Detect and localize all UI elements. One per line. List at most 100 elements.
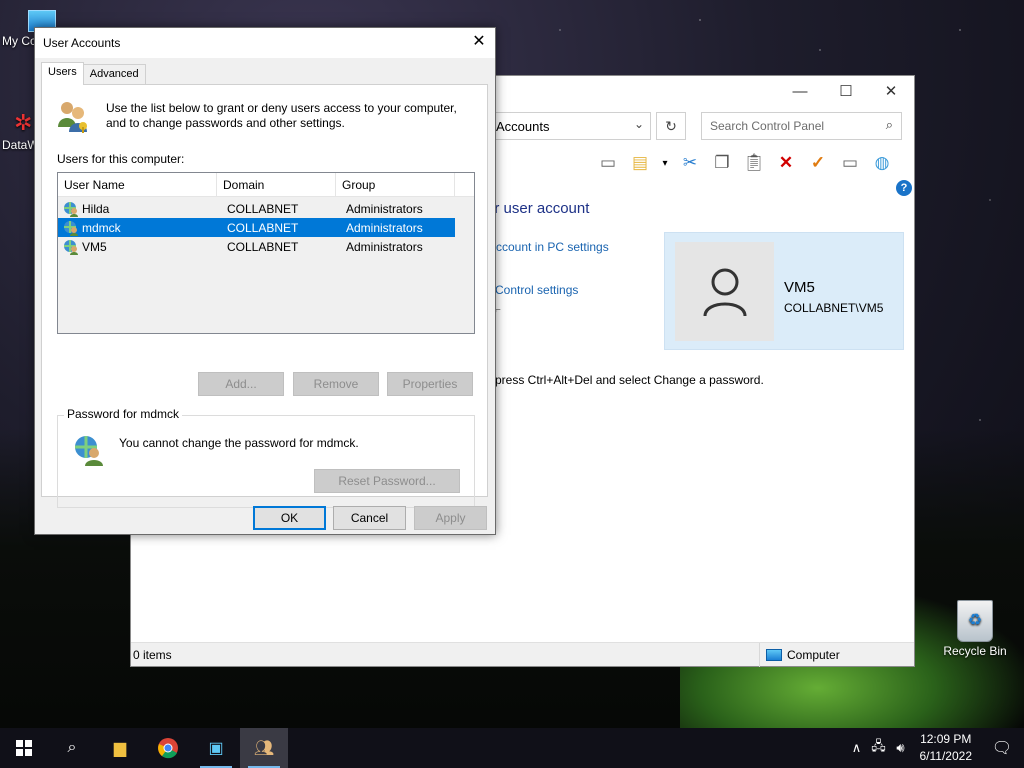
clock[interactable]: 12:09 PM 6/11/2022 <box>912 731 981 765</box>
clock-time: 12:09 PM <box>920 732 972 746</box>
user-avatar-icon <box>675 242 774 341</box>
column-header-domain[interactable]: Domain <box>217 173 336 196</box>
column-header-user-name[interactable]: User Name <box>58 173 217 196</box>
password-group: Password for mdmck You cannot change the… <box>57 407 475 508</box>
start-button[interactable] <box>0 728 48 768</box>
cell-user-name: mdmck <box>82 220 121 235</box>
apply-button[interactable]: Apply <box>414 506 487 530</box>
cancel-button[interactable]: Cancel <box>333 506 406 530</box>
copy-icon[interactable]: ❐ <box>710 151 734 175</box>
users-icon: 👥︎ <box>253 740 275 757</box>
delete-icon[interactable]: ✕ <box>774 151 798 175</box>
add-user-button[interactable]: Add... <box>198 372 284 396</box>
users-icon <box>58 102 87 133</box>
app-shortcut-icon: ✲ <box>14 110 33 135</box>
password-instruction: press Ctrl+Alt+Del and select Change a p… <box>495 373 764 387</box>
list-header: User Name Domain Group <box>58 173 474 197</box>
reset-password-button[interactable]: Reset Password... <box>314 469 460 493</box>
user-globe-icon <box>64 220 78 236</box>
taskbar-file-explorer[interactable]: ▆ <box>96 728 144 768</box>
recycle-bin-icon: ♻ <box>957 600 993 642</box>
preview-pane-icon[interactable]: ▭ <box>596 151 620 175</box>
clock-date: 6/11/2022 <box>919 749 973 763</box>
cut-icon[interactable]: ✂ <box>678 151 702 175</box>
cell-group: Administrators <box>346 201 423 216</box>
refresh-button[interactable]: ↻ <box>656 112 686 140</box>
cell-group: Administrators <box>346 220 423 235</box>
password-group-legend: Password for mdmck <box>64 407 183 421</box>
search-icon: ⌕ <box>67 739 77 756</box>
status-divider <box>759 643 760 667</box>
rename-icon[interactable]: ▭ <box>838 151 862 175</box>
desktop-icon-label: Recycle Bin <box>943 644 1007 658</box>
system-tray: ∧ 🖧︎ 🔊︎ 12:09 PM 6/11/2022 🗨︎ <box>846 728 1024 768</box>
desktop-icon-recycle-bin[interactable]: ♻ Recycle Bin <box>940 600 1010 658</box>
users-list[interactable]: User Name Domain Group Hilda COLLABNET A… <box>57 172 475 334</box>
account-card: VM5 COLLABNET\VM5 <box>664 232 904 350</box>
status-location-label: Computer <box>787 648 840 662</box>
minimize-button[interactable]: — <box>785 82 815 102</box>
item-count: 0 items <box>133 648 172 662</box>
explorer-toolbar: ▭ ▤ ▾ ✂ ❐ 📋︎ ✕ ✓ ▭ ◍ <box>596 148 894 178</box>
refresh-icon: ↻ <box>665 118 677 134</box>
network-icon[interactable]: 🖧︎ <box>868 737 890 759</box>
column-header-group[interactable]: Group <box>336 173 455 196</box>
folder-icon: ▆ <box>113 740 127 757</box>
search-button[interactable]: ⌕ <box>48 728 96 768</box>
search-placeholder: Search Control Panel <box>710 119 825 133</box>
page-title: ur user account <box>486 200 590 217</box>
cell-domain: COLLABNET <box>227 201 299 216</box>
status-bar: 0 items Computer <box>131 642 914 667</box>
taskbar-user-accounts[interactable]: 👥︎ <box>240 728 288 768</box>
users-list-label: Users for this computer: <box>57 152 185 166</box>
close-icon[interactable]: ✕ <box>463 28 495 56</box>
chevron-up-icon[interactable]: ∧ <box>846 740 868 756</box>
account-domain: COLLABNET\VM5 <box>784 301 884 315</box>
ok-button[interactable]: OK <box>253 506 326 530</box>
dialog-titlebar: User Accounts ✕ <box>35 28 495 58</box>
pc-settings-link[interactable]: ccount in PC settings <box>496 240 609 254</box>
close-button[interactable]: ✕ <box>876 82 906 102</box>
computer-icon <box>766 649 782 661</box>
chevron-down-icon[interactable]: ⌄ <box>634 117 644 131</box>
maximize-button[interactable]: ☐ <box>831 82 861 102</box>
taskbar: ⌕ ▆ ▣ 👥︎ ∧ 🖧︎ 🔊︎ 12:09 PM 6/11/2022 🗨︎ <box>0 728 1024 768</box>
windows-logo-icon <box>16 740 32 756</box>
search-input[interactable]: Search Control Panel ⌕ <box>701 112 902 140</box>
uac-settings-link[interactable]: Control settings <box>495 283 578 297</box>
remove-user-button[interactable]: Remove <box>293 372 379 396</box>
globe-icon[interactable]: ◍ <box>870 151 894 175</box>
status-location: Computer <box>766 648 840 662</box>
password-message: You cannot change the password for mdmck… <box>119 436 359 450</box>
cell-group: Administrators <box>346 239 423 254</box>
search-icon: ⌕ <box>885 117 893 132</box>
taskbar-chrome[interactable] <box>144 728 192 768</box>
table-row[interactable]: Hilda COLLABNET Administrators <box>58 199 455 218</box>
taskbar-control-panel[interactable]: ▣ <box>192 728 240 768</box>
dialog-title: User Accounts <box>43 36 121 50</box>
chrome-icon <box>158 738 178 759</box>
table-row[interactable]: VM5 COLLABNET Administrators <box>58 237 455 256</box>
tab-users[interactable]: Users <box>41 62 84 85</box>
table-row-selected[interactable]: mdmck COLLABNET Administrators <box>58 218 455 237</box>
volume-icon[interactable]: 🔊︎ <box>890 740 912 756</box>
user-accounts-dialog: User Accounts ✕ Users Advanced Use the l… <box>34 27 496 535</box>
dialog-tabs: Users Advanced <box>41 62 146 85</box>
address-bar[interactable]: Accounts ⌄ <box>491 112 651 140</box>
user-globe-icon <box>64 239 78 255</box>
control-panel-icon: ▣ <box>208 740 224 757</box>
user-globe-icon <box>64 201 78 217</box>
checkmark-icon[interactable]: ✓ <box>806 151 830 175</box>
account-name: VM5 <box>784 279 815 296</box>
cell-domain: COLLABNET <box>227 239 299 254</box>
cell-domain: COLLABNET <box>227 220 299 235</box>
address-text: Accounts <box>496 119 550 134</box>
help-icon[interactable]: ? <box>896 180 912 196</box>
dropdown-arrow-icon[interactable]: ▾ <box>660 151 670 175</box>
notification-icon[interactable]: 🗨︎ <box>980 738 1024 758</box>
tab-advanced[interactable]: Advanced <box>82 64 146 85</box>
paste-icon[interactable]: 📋︎ <box>742 151 766 175</box>
properties-button[interactable]: Properties <box>387 372 473 396</box>
properties-icon[interactable]: ▤ <box>628 151 652 175</box>
user-globe-icon <box>75 436 103 466</box>
